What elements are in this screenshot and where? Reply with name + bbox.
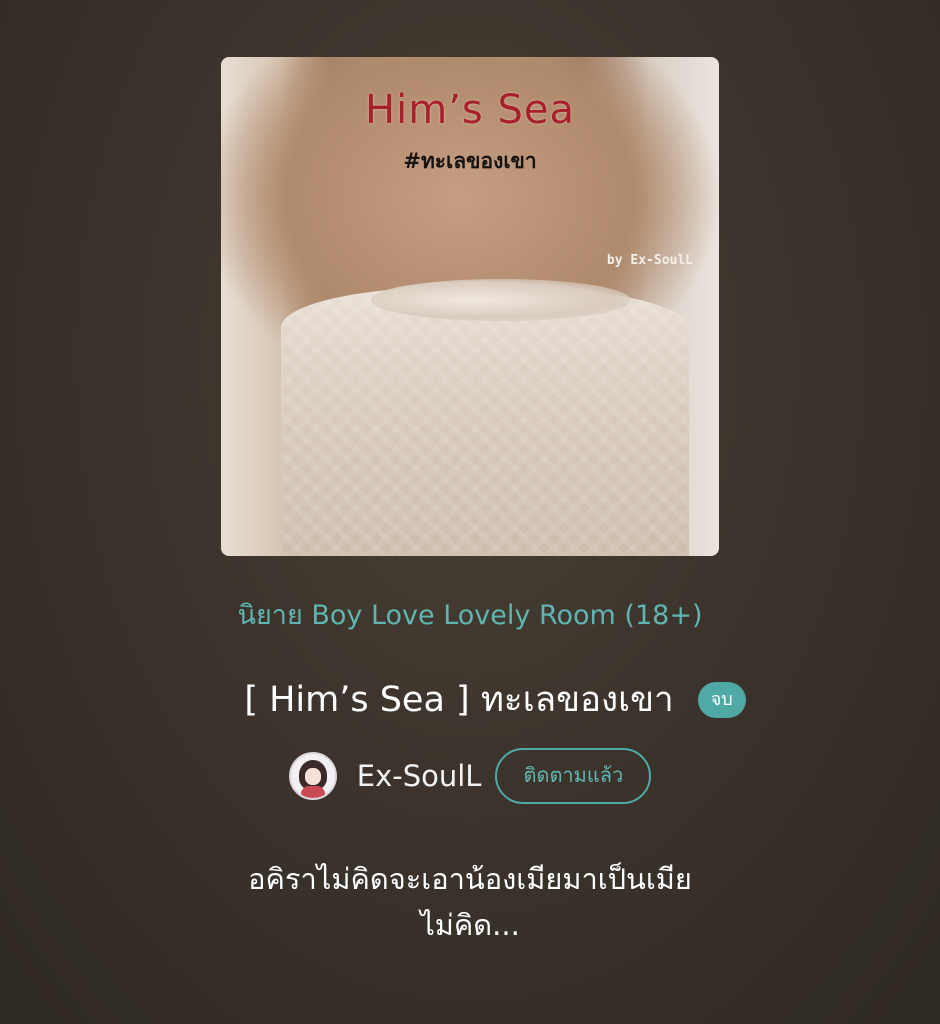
synopsis-line-2: ไม่คิด... (420, 908, 520, 942)
status-badge: จบ (697, 681, 746, 718)
synopsis-line-1: อคิราไม่คิดจะเอาน้องเมียมาเป็นเมีย (248, 862, 692, 896)
cover-byline: by Ex-SoulL (606, 253, 693, 268)
avatar-dress (300, 786, 325, 798)
author-row: Ex-SoulL ติดตามแล้ว (0, 748, 940, 804)
follow-button[interactable]: ติดตามแล้ว (495, 748, 652, 804)
cover-hashtag: #ทะเลของเขา (403, 149, 537, 173)
title-row: [ Him’s Sea ] ทะเลของเขา จบ (0, 672, 940, 727)
avatar-face (304, 768, 321, 785)
cover-waist-ruffle (371, 279, 631, 321)
avatar[interactable] (288, 752, 337, 800)
cover-title: Him’s Sea (365, 87, 575, 133)
author-name[interactable]: Ex-SoulL (357, 759, 482, 793)
category-link[interactable]: นิยาย Boy Love Lovely Room (18+) (0, 593, 940, 636)
synopsis: อคิราไม่คิดจะเอาน้องเมียมาเป็นเมีย ไม่คิ… (0, 856, 940, 948)
story-title: [ Him’s Sea ] ทะเลของเขา (244, 680, 674, 720)
cover-image[interactable]: Him’s Sea #ทะเลของเขา by Ex-SoulL (221, 57, 719, 556)
cover-lace-skirt (281, 287, 689, 556)
